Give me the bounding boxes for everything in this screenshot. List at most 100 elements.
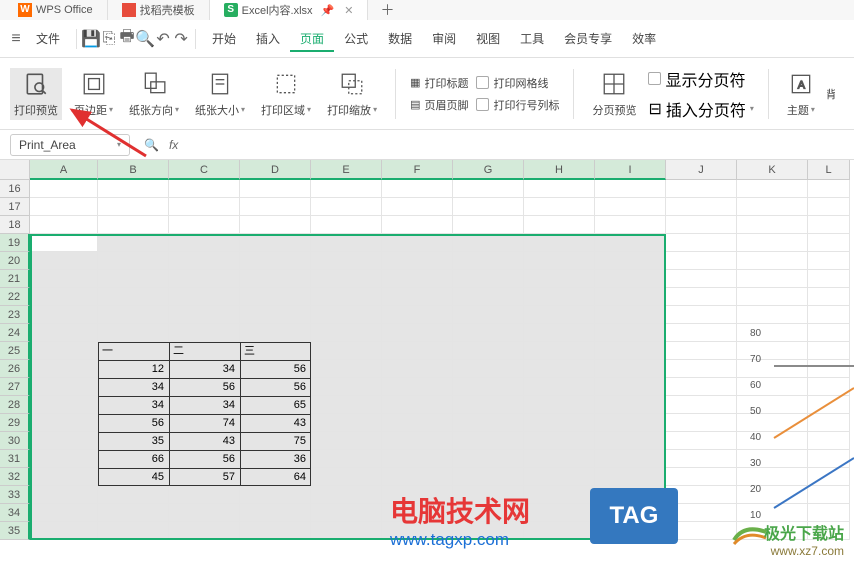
cell[interactable]: 56 <box>240 378 311 396</box>
cell[interactable]: 74 <box>169 414 240 432</box>
row-header[interactable]: 19 <box>0 234 30 252</box>
size-button[interactable]: 纸张大小▾ <box>191 68 249 120</box>
cell[interactable] <box>524 450 595 468</box>
menu-工具[interactable]: 工具 <box>510 28 554 50</box>
cell[interactable]: 56 <box>240 360 311 378</box>
cell[interactable] <box>453 342 524 360</box>
cell[interactable] <box>524 432 595 450</box>
cell[interactable] <box>169 216 240 234</box>
cell[interactable] <box>169 504 240 522</box>
cell[interactable] <box>382 396 453 414</box>
cell[interactable] <box>30 342 98 360</box>
cell[interactable] <box>98 486 169 504</box>
pin-icon[interactable]: 📌 <box>321 4 335 17</box>
cell[interactable] <box>311 306 382 324</box>
row-header[interactable]: 21 <box>0 270 30 288</box>
cell[interactable] <box>524 288 595 306</box>
column-header[interactable]: E <box>311 160 382 180</box>
cell[interactable] <box>311 432 382 450</box>
cell[interactable] <box>666 396 737 414</box>
column-header[interactable]: B <box>98 160 169 180</box>
cell[interactable] <box>453 180 524 198</box>
cell[interactable] <box>311 216 382 234</box>
cell[interactable] <box>311 378 382 396</box>
export-icon[interactable]: ⎘ <box>101 31 117 47</box>
cell[interactable] <box>311 396 382 414</box>
cell[interactable] <box>30 378 98 396</box>
cell[interactable] <box>595 234 666 252</box>
row-header[interactable]: 28 <box>0 396 30 414</box>
cell[interactable] <box>453 270 524 288</box>
cell[interactable] <box>30 270 98 288</box>
cell[interactable] <box>311 324 382 342</box>
cell[interactable] <box>30 522 98 540</box>
insert-page-break-button[interactable]: ⊟ 插入分页符 ▾ <box>648 97 753 121</box>
cell[interactable] <box>595 342 666 360</box>
menu-页面[interactable]: 页面 <box>290 28 334 52</box>
cell[interactable] <box>169 198 240 216</box>
cell[interactable] <box>808 288 850 306</box>
menu-视图[interactable]: 视图 <box>466 28 510 50</box>
cell[interactable] <box>30 450 98 468</box>
print-scale-button[interactable]: 打印缩放▾ <box>323 68 381 120</box>
cell[interactable] <box>311 180 382 198</box>
cell[interactable] <box>453 198 524 216</box>
cell[interactable]: 一 <box>98 342 169 360</box>
page-break-preview-button[interactable]: 分页预览 <box>588 68 640 120</box>
cell[interactable] <box>737 216 808 234</box>
column-header[interactable]: I <box>595 160 666 180</box>
cell[interactable]: 45 <box>98 468 169 486</box>
cell[interactable] <box>737 234 808 252</box>
select-all-corner[interactable] <box>0 160 30 180</box>
show-page-breaks-checkbox[interactable]: 显示分页符 <box>648 67 753 91</box>
cell[interactable] <box>524 504 595 522</box>
cell[interactable] <box>524 324 595 342</box>
cell[interactable] <box>98 288 169 306</box>
cell[interactable]: 34 <box>169 360 240 378</box>
cell[interactable] <box>737 180 808 198</box>
cell[interactable] <box>524 342 595 360</box>
cell[interactable] <box>311 234 382 252</box>
cell[interactable]: 36 <box>240 450 311 468</box>
tab-template[interactable]: 找稻壳模板 <box>108 0 210 20</box>
cell[interactable] <box>382 360 453 378</box>
row-header[interactable]: 33 <box>0 486 30 504</box>
print-row-col-headers-checkbox[interactable]: 打印行号列标 <box>476 97 559 113</box>
cell[interactable] <box>666 378 737 396</box>
cell[interactable] <box>737 288 808 306</box>
close-icon[interactable]: ✕ <box>344 4 353 17</box>
cell[interactable] <box>240 504 311 522</box>
cell[interactable] <box>240 306 311 324</box>
cell[interactable] <box>808 198 850 216</box>
cell[interactable] <box>453 324 524 342</box>
cell[interactable] <box>311 198 382 216</box>
cell[interactable] <box>169 180 240 198</box>
cell[interactable] <box>30 216 98 234</box>
cell[interactable] <box>666 342 737 360</box>
cell[interactable] <box>240 252 311 270</box>
cell[interactable] <box>666 198 737 216</box>
cell[interactable] <box>666 324 737 342</box>
cell[interactable]: 57 <box>169 468 240 486</box>
cell[interactable] <box>808 216 850 234</box>
cell[interactable] <box>240 522 311 540</box>
cell[interactable] <box>453 378 524 396</box>
undo-icon[interactable]: ↶ <box>155 31 171 47</box>
cell[interactable]: 65 <box>240 396 311 414</box>
cell[interactable] <box>666 468 737 486</box>
cell[interactable] <box>524 414 595 432</box>
cell[interactable] <box>524 522 595 540</box>
cell[interactable]: 12 <box>98 360 169 378</box>
cell[interactable] <box>453 234 524 252</box>
cell[interactable] <box>30 252 98 270</box>
cell[interactable] <box>666 234 737 252</box>
cell[interactable] <box>453 396 524 414</box>
cell[interactable]: 43 <box>169 432 240 450</box>
margins-button[interactable]: 页边距▾ <box>70 68 117 120</box>
cell[interactable]: 75 <box>240 432 311 450</box>
cell[interactable] <box>30 396 98 414</box>
spreadsheet-grid[interactable]: ABCDEFGHIJKL 16171819202122232425一二三2612… <box>0 160 854 540</box>
cell[interactable] <box>595 288 666 306</box>
cell[interactable] <box>524 378 595 396</box>
cell[interactable] <box>382 288 453 306</box>
